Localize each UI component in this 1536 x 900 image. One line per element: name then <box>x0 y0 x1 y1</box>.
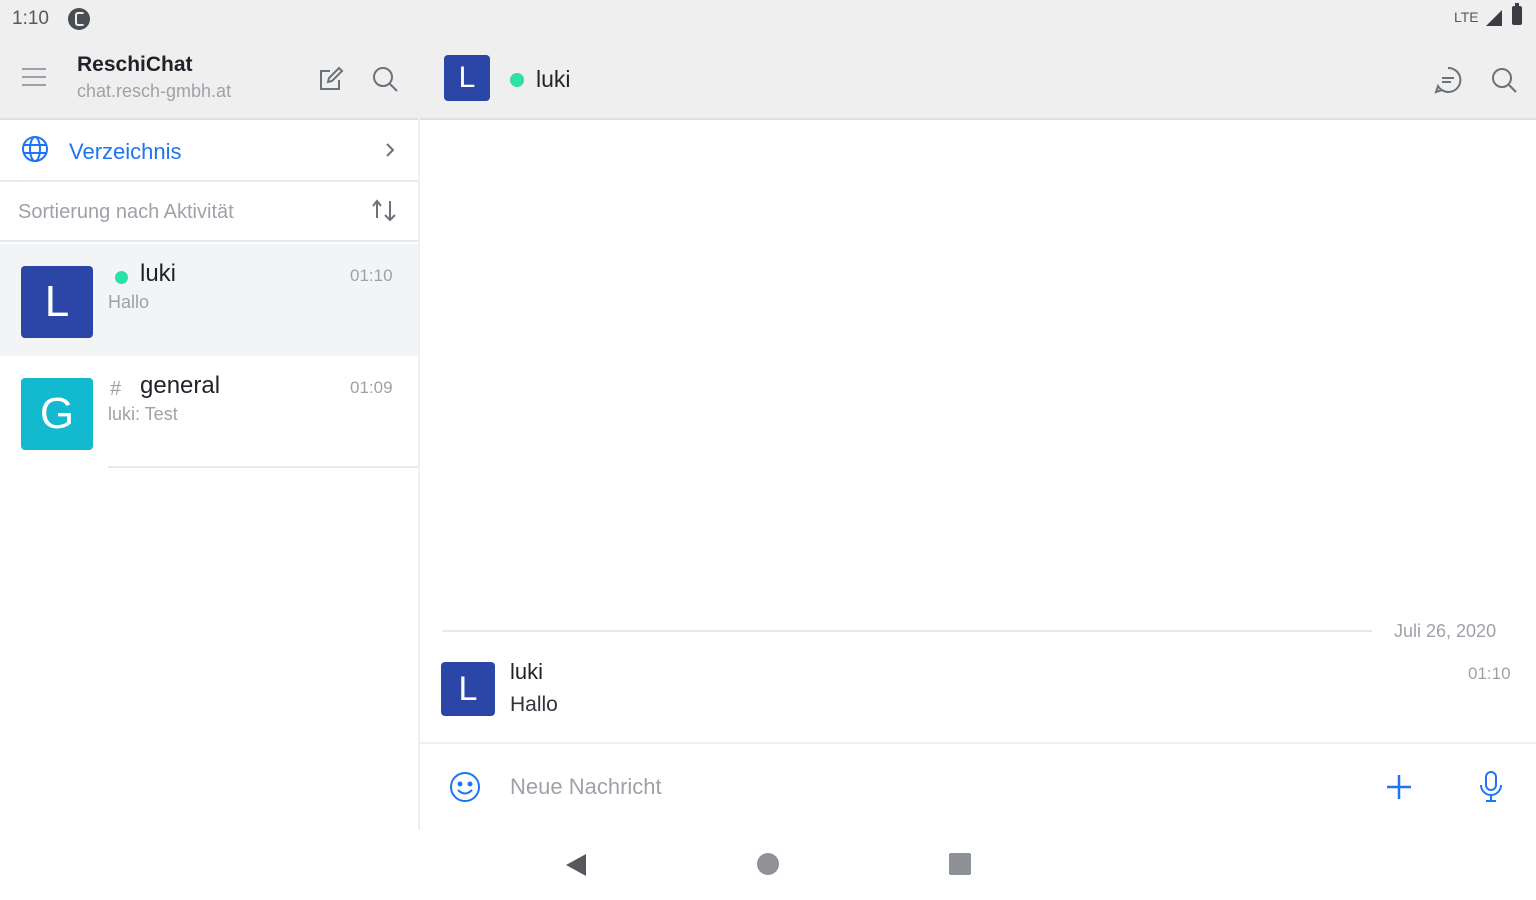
message-input[interactable] <box>510 770 1350 804</box>
attach-button[interactable] <box>1384 772 1414 802</box>
room-header: L luki <box>420 38 1536 120</box>
sort-icon <box>372 199 396 222</box>
online-status-dot <box>115 271 128 284</box>
channel-hash-icon: # <box>110 378 122 400</box>
room-last-message: luki: Test <box>108 404 178 424</box>
menu-icon[interactable] <box>22 68 46 88</box>
message-avatar[interactable]: L <box>441 662 495 716</box>
directory-link[interactable]: Verzeichnis <box>0 120 418 182</box>
globe-icon <box>22 136 48 162</box>
plus-icon <box>1387 775 1411 799</box>
message-timestamp: 01:10 <box>1468 664 1511 683</box>
room-title[interactable]: luki <box>536 66 571 93</box>
message-composer <box>420 742 1536 830</box>
new-message-button[interactable] <box>316 64 346 94</box>
status-time: 1:10 <box>12 8 49 29</box>
threads-button[interactable] <box>1432 64 1464 96</box>
system-navigation-bar <box>0 830 1536 900</box>
emoji-icon <box>450 772 480 802</box>
recents-icon[interactable] <box>949 853 971 875</box>
search-icon <box>373 67 398 92</box>
room-search-button[interactable] <box>1488 64 1520 96</box>
edit-icon <box>320 66 344 90</box>
room-timestamp: 01:09 <box>350 378 393 397</box>
divider <box>108 466 418 468</box>
chevron-right-icon <box>386 143 395 157</box>
sidebar-header: ReschiChat chat.resch-gmbh.at <box>0 38 418 120</box>
status-bar: 1:10 LTE <box>0 0 1536 38</box>
network-type: LTE <box>1454 9 1479 25</box>
date-divider-line <box>442 630 1372 632</box>
room-last-message: Hallo <box>108 292 150 312</box>
room-timestamp: 01:10 <box>350 266 393 285</box>
room-name: general <box>140 372 221 399</box>
room-name: luki <box>140 260 177 287</box>
room-item-luki[interactable]: L luki Hallo 01:10 <box>0 244 418 356</box>
directory-label: Verzeichnis <box>69 139 182 164</box>
message-author[interactable]: luki <box>510 659 543 685</box>
pane-divider <box>418 38 420 830</box>
battery-icon <box>1512 3 1522 25</box>
audio-record-button[interactable] <box>1476 770 1506 804</box>
sort-options[interactable]: Sortierung nach Aktivität <box>0 182 418 242</box>
online-status-dot <box>510 73 524 87</box>
message-text: Hallo <box>510 693 558 716</box>
room-avatar[interactable]: L <box>444 55 490 101</box>
threads-icon <box>1434 66 1462 94</box>
search-icon <box>1492 68 1517 93</box>
emoji-button[interactable] <box>448 770 482 804</box>
notification-icon <box>68 8 90 30</box>
avatar: L <box>21 266 93 338</box>
microphone-icon <box>1480 771 1502 802</box>
server-host: chat.resch-gmbh.at <box>77 81 232 101</box>
signal-icon <box>1486 10 1502 26</box>
server-name[interactable]: ReschiChat <box>77 53 193 77</box>
home-icon[interactable] <box>757 853 779 875</box>
back-icon[interactable] <box>562 852 588 878</box>
search-button[interactable] <box>370 64 400 94</box>
sort-label: Sortierung nach Aktivität <box>18 201 234 223</box>
date-divider-label: Juli 26, 2020 <box>1394 621 1497 641</box>
room-item-general[interactable]: G # general luki: Test 01:09 <box>0 356 418 468</box>
avatar: G <box>21 378 93 450</box>
